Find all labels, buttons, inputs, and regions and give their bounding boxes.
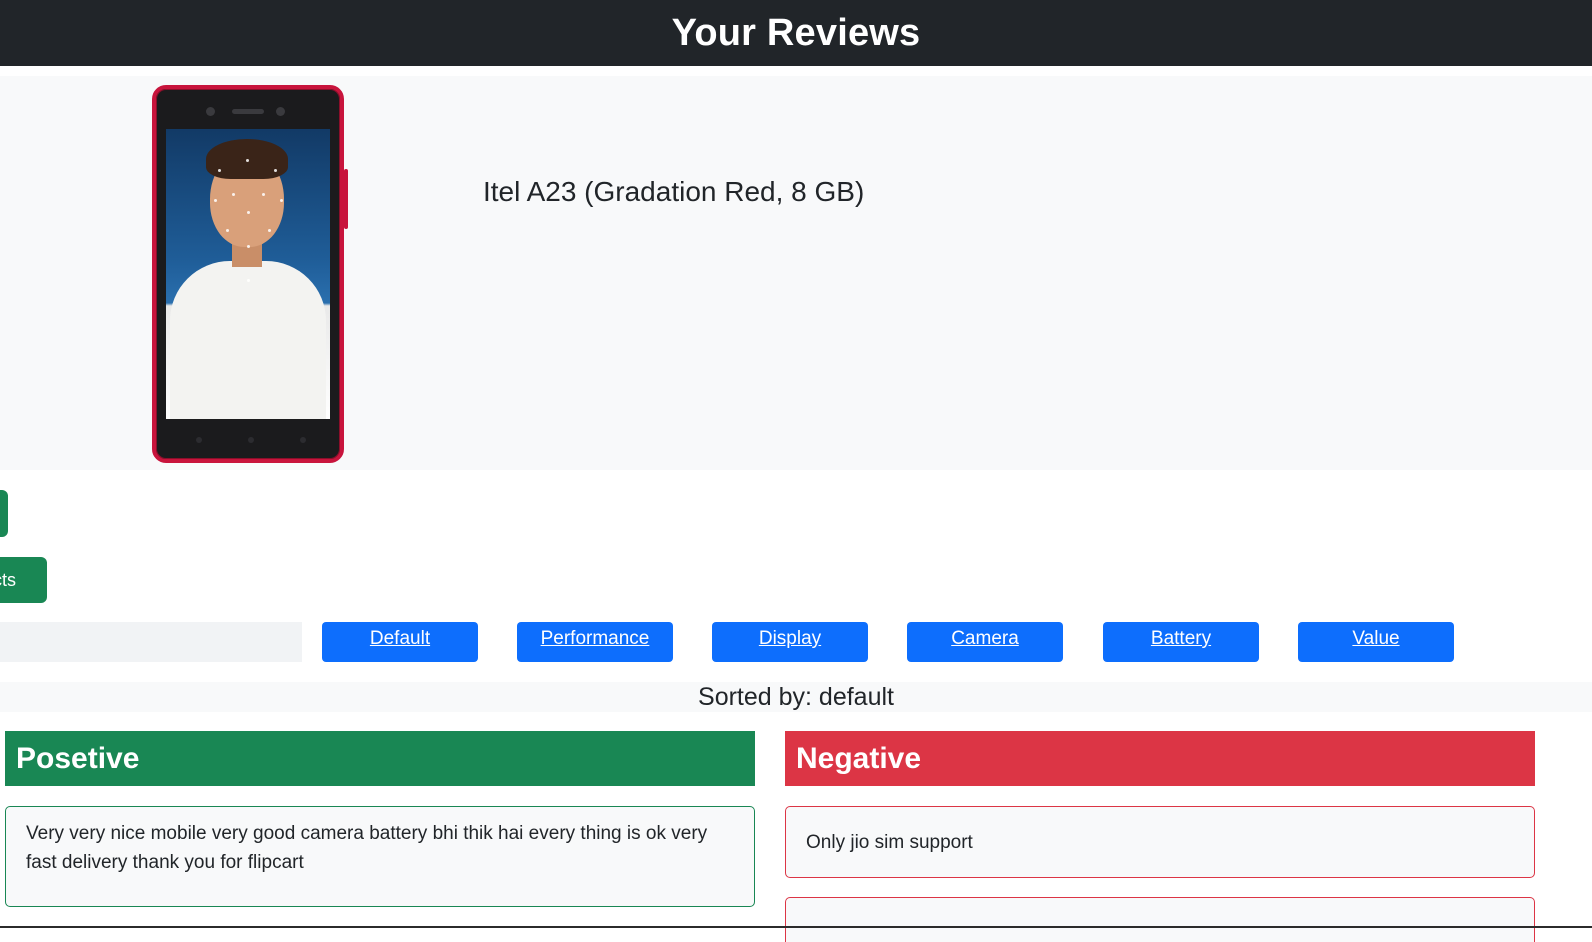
page-header: Your Reviews <box>0 0 1592 66</box>
sensor-icon <box>276 107 285 116</box>
products-button-label: ucts <box>0 570 17 590</box>
side-action-button[interactable] <box>0 490 8 537</box>
filter-display-button[interactable]: Display <box>712 622 868 662</box>
products-button[interactable]: ucts <box>0 557 47 603</box>
front-camera-icon <box>206 107 215 116</box>
nav-keys <box>196 437 306 443</box>
filter-camera-button[interactable]: Camera <box>907 622 1063 662</box>
product-panel: Itel A23 (Gradation Red, 8 GB) <box>0 76 1592 470</box>
filter-performance-button[interactable]: Performance <box>517 622 673 662</box>
filter-default-button[interactable]: Default <box>322 622 478 662</box>
positive-column-header: Posetive <box>5 731 755 786</box>
filter-battery-button[interactable]: Battery <box>1103 622 1259 662</box>
sorted-by-label: Sorted by: default <box>0 682 1592 712</box>
phone-screen <box>166 129 330 419</box>
filter-value-button[interactable]: Value <box>1298 622 1454 662</box>
phone-image <box>152 85 348 463</box>
window-bottom-edge <box>0 926 1592 928</box>
filter-input-strip <box>0 622 302 662</box>
speaker-icon <box>232 109 264 114</box>
negative-review-card: Only jio sim support <box>785 806 1535 878</box>
negative-column-header: Negative <box>785 731 1535 786</box>
positive-review-card: Very very nice mobile very good camera b… <box>5 806 755 907</box>
page-title: Your Reviews <box>671 11 921 54</box>
product-name: Itel A23 (Gradation Red, 8 GB) <box>483 176 865 207</box>
side-button <box>344 169 348 229</box>
negative-review-card <box>785 897 1535 942</box>
